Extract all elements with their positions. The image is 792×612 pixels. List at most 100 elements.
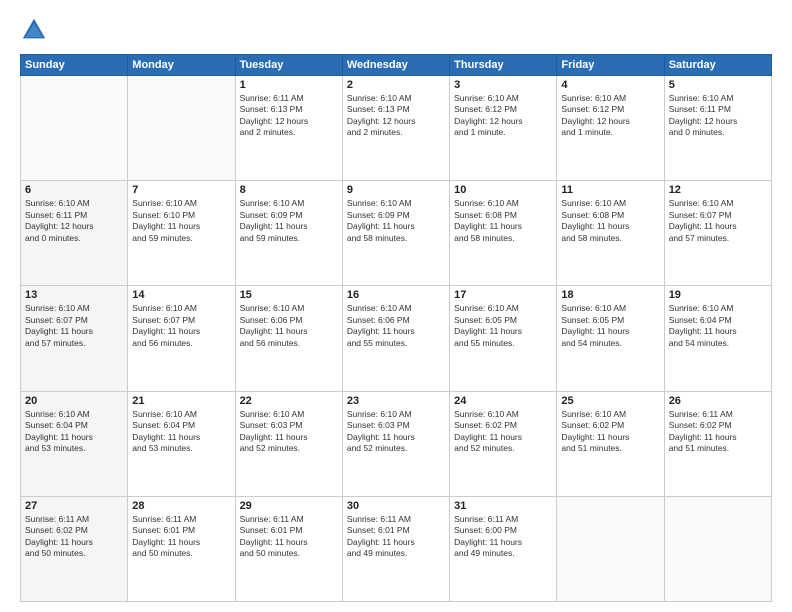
- day-number: 29: [240, 500, 338, 512]
- calendar-cell: 29 Sunrise: 6:11 AM Sunset: 6:01 PM Dayli…: [235, 496, 342, 601]
- calendar-cell: 27 Sunrise: 6:11 AM Sunset: 6:02 PM Dayli…: [21, 496, 128, 601]
- calendar-header-sunday: Sunday: [21, 55, 128, 76]
- calendar-cell: 16 Sunrise: 6:10 AM Sunset: 6:06 PM Dayli…: [342, 286, 449, 391]
- day-number: 15: [240, 289, 338, 301]
- day-number: 9: [347, 184, 445, 196]
- calendar-cell: 15 Sunrise: 6:10 AM Sunset: 6:06 PM Dayli…: [235, 286, 342, 391]
- calendar-cell: 11 Sunrise: 6:10 AM Sunset: 6:08 PM Dayli…: [557, 181, 664, 286]
- calendar-cell: [557, 496, 664, 601]
- day-number: 28: [132, 500, 230, 512]
- day-info: Sunrise: 6:10 AM Sunset: 6:04 PM Dayligh…: [25, 409, 123, 455]
- calendar-cell: 2 Sunrise: 6:10 AM Sunset: 6:13 PM Daylig…: [342, 76, 449, 181]
- calendar-cell: 14 Sunrise: 6:10 AM Sunset: 6:07 PM Dayli…: [128, 286, 235, 391]
- calendar-cell: 7Sunrise: 6:10 AM Sunset: 6:10 PM Daylig…: [128, 181, 235, 286]
- calendar-cell: 30 Sunrise: 6:11 AM Sunset: 6:01 PM Dayli…: [342, 496, 449, 601]
- calendar-cell: 3 Sunrise: 6:10 AM Sunset: 6:12 PM Daylig…: [450, 76, 557, 181]
- day-info: Sunrise: 6:10 AM Sunset: 6:05 PM Dayligh…: [561, 303, 659, 349]
- day-number: 19: [669, 289, 767, 301]
- calendar-cell: 22 Sunrise: 6:10 AM Sunset: 6:03 PM Dayli…: [235, 391, 342, 496]
- day-info: Sunrise: 6:10 AM Sunset: 6:07 PM Dayligh…: [25, 303, 123, 349]
- day-number: 24: [454, 395, 552, 407]
- day-number: 25: [561, 395, 659, 407]
- day-number: 3: [454, 79, 552, 91]
- calendar-cell: 19 Sunrise: 6:10 AM Sunset: 6:04 PM Dayli…: [664, 286, 771, 391]
- calendar-cell: 8 Sunrise: 6:10 AM Sunset: 6:09 PM Daylig…: [235, 181, 342, 286]
- day-number: 5: [669, 79, 767, 91]
- day-number: 11: [561, 184, 659, 196]
- calendar-cell: 20 Sunrise: 6:10 AM Sunset: 6:04 PM Dayli…: [21, 391, 128, 496]
- day-info: Sunrise: 6:10 AM Sunset: 6:09 PM Dayligh…: [347, 198, 445, 244]
- calendar-cell: 1 Sunrise: 6:11 AM Sunset: 6:13 PM Daylig…: [235, 76, 342, 181]
- day-info: Sunrise: 6:10 AM Sunset: 6:02 PM Dayligh…: [561, 409, 659, 455]
- calendar-header-monday: Monday: [128, 55, 235, 76]
- calendar-cell: 5 Sunrise: 6:10 AM Sunset: 6:11 PM Daylig…: [664, 76, 771, 181]
- calendar-cell: 18 Sunrise: 6:10 AM Sunset: 6:05 PM Dayli…: [557, 286, 664, 391]
- day-info: Sunrise: 6:10 AM Sunset: 6:06 PM Dayligh…: [347, 303, 445, 349]
- day-info: Sunrise: 6:10 AM Sunset: 6:11 PM Dayligh…: [25, 198, 123, 244]
- day-info: Sunrise: 6:10 AM Sunset: 6:03 PM Dayligh…: [240, 409, 338, 455]
- day-number: 21: [132, 395, 230, 407]
- day-info: Sunrise: 6:10 AM Sunset: 6:06 PM Dayligh…: [240, 303, 338, 349]
- day-info: Sunrise: 6:11 AM Sunset: 6:02 PM Dayligh…: [25, 514, 123, 560]
- calendar-header-thursday: Thursday: [450, 55, 557, 76]
- day-info: Sunrise: 6:10 AM Sunset: 6:12 PM Dayligh…: [454, 93, 552, 139]
- logo-icon: [20, 16, 48, 44]
- calendar-cell: 23 Sunrise: 6:10 AM Sunset: 6:03 PM Dayli…: [342, 391, 449, 496]
- day-info: Sunrise: 6:10 AM Sunset: 6:08 PM Dayligh…: [454, 198, 552, 244]
- day-number: 12: [669, 184, 767, 196]
- day-info: Sunrise: 6:11 AM Sunset: 6:13 PM Dayligh…: [240, 93, 338, 139]
- day-number: 18: [561, 289, 659, 301]
- day-info: Sunrise: 6:11 AM Sunset: 6:01 PM Dayligh…: [347, 514, 445, 560]
- day-number: 30: [347, 500, 445, 512]
- day-number: 13: [25, 289, 123, 301]
- day-number: 2: [347, 79, 445, 91]
- calendar-cell: 13 Sunrise: 6:10 AM Sunset: 6:07 PM Dayli…: [21, 286, 128, 391]
- day-info: Sunrise: 6:11 AM Sunset: 6:01 PM Dayligh…: [240, 514, 338, 560]
- calendar-cell: [128, 76, 235, 181]
- calendar-cell: 31Sunrise: 6:11 AM Sunset: 6:00 PM Dayli…: [450, 496, 557, 601]
- calendar-cell: 10Sunrise: 6:10 AM Sunset: 6:08 PM Dayli…: [450, 181, 557, 286]
- calendar-cell: 24 Sunrise: 6:10 AM Sunset: 6:02 PM Dayli…: [450, 391, 557, 496]
- day-info: Sunrise: 6:10 AM Sunset: 6:07 PM Dayligh…: [132, 303, 230, 349]
- day-info: Sunrise: 6:10 AM Sunset: 6:13 PM Dayligh…: [347, 93, 445, 139]
- day-info: Sunrise: 6:10 AM Sunset: 6:09 PM Dayligh…: [240, 198, 338, 244]
- day-number: 16: [347, 289, 445, 301]
- calendar-header-tuesday: Tuesday: [235, 55, 342, 76]
- calendar-table: SundayMondayTuesdayWednesdayThursdayFrid…: [20, 54, 772, 602]
- day-number: 1: [240, 79, 338, 91]
- calendar-cell: [664, 496, 771, 601]
- calendar-cell: 12 Sunrise: 6:10 AM Sunset: 6:07 PM Dayli…: [664, 181, 771, 286]
- day-info: Sunrise: 6:10 AM Sunset: 6:03 PM Dayligh…: [347, 409, 445, 455]
- calendar-cell: [21, 76, 128, 181]
- day-number: 27: [25, 500, 123, 512]
- day-number: 26: [669, 395, 767, 407]
- calendar-header-friday: Friday: [557, 55, 664, 76]
- day-number: 17: [454, 289, 552, 301]
- day-info: Sunrise: 6:10 AM Sunset: 6:02 PM Dayligh…: [454, 409, 552, 455]
- day-info: Sunrise: 6:10 AM Sunset: 6:04 PM Dayligh…: [669, 303, 767, 349]
- calendar-cell: 21 Sunrise: 6:10 AM Sunset: 6:04 PM Dayli…: [128, 391, 235, 496]
- day-number: 20: [25, 395, 123, 407]
- day-number: 4: [561, 79, 659, 91]
- day-info: Sunrise: 6:10 AM Sunset: 6:12 PM Dayligh…: [561, 93, 659, 139]
- day-info: Sunrise: 6:10 AM Sunset: 6:05 PM Dayligh…: [454, 303, 552, 349]
- header: [20, 16, 772, 44]
- day-info: Sunrise: 6:10 AM Sunset: 6:11 PM Dayligh…: [669, 93, 767, 139]
- day-info: Sunrise: 6:10 AM Sunset: 6:08 PM Dayligh…: [561, 198, 659, 244]
- day-number: 23: [347, 395, 445, 407]
- logo: [20, 16, 52, 44]
- day-number: 8: [240, 184, 338, 196]
- calendar-cell: 6 Sunrise: 6:10 AM Sunset: 6:11 PM Daylig…: [21, 181, 128, 286]
- calendar-cell: 9 Sunrise: 6:10 AM Sunset: 6:09 PM Daylig…: [342, 181, 449, 286]
- day-number: 7: [132, 184, 230, 196]
- day-info: Sunrise: 6:11 AM Sunset: 6:00 PM Dayligh…: [454, 514, 552, 560]
- calendar-header-wednesday: Wednesday: [342, 55, 449, 76]
- day-number: 14: [132, 289, 230, 301]
- day-info: Sunrise: 6:10 AM Sunset: 6:07 PM Dayligh…: [669, 198, 767, 244]
- day-info: Sunrise: 6:10 AM Sunset: 6:04 PM Dayligh…: [132, 409, 230, 455]
- calendar-cell: 28 Sunrise: 6:11 AM Sunset: 6:01 PM Dayli…: [128, 496, 235, 601]
- day-number: 22: [240, 395, 338, 407]
- calendar-cell: 25 Sunrise: 6:10 AM Sunset: 6:02 PM Dayli…: [557, 391, 664, 496]
- day-number: 6: [25, 184, 123, 196]
- day-info: Sunrise: 6:11 AM Sunset: 6:01 PM Dayligh…: [132, 514, 230, 560]
